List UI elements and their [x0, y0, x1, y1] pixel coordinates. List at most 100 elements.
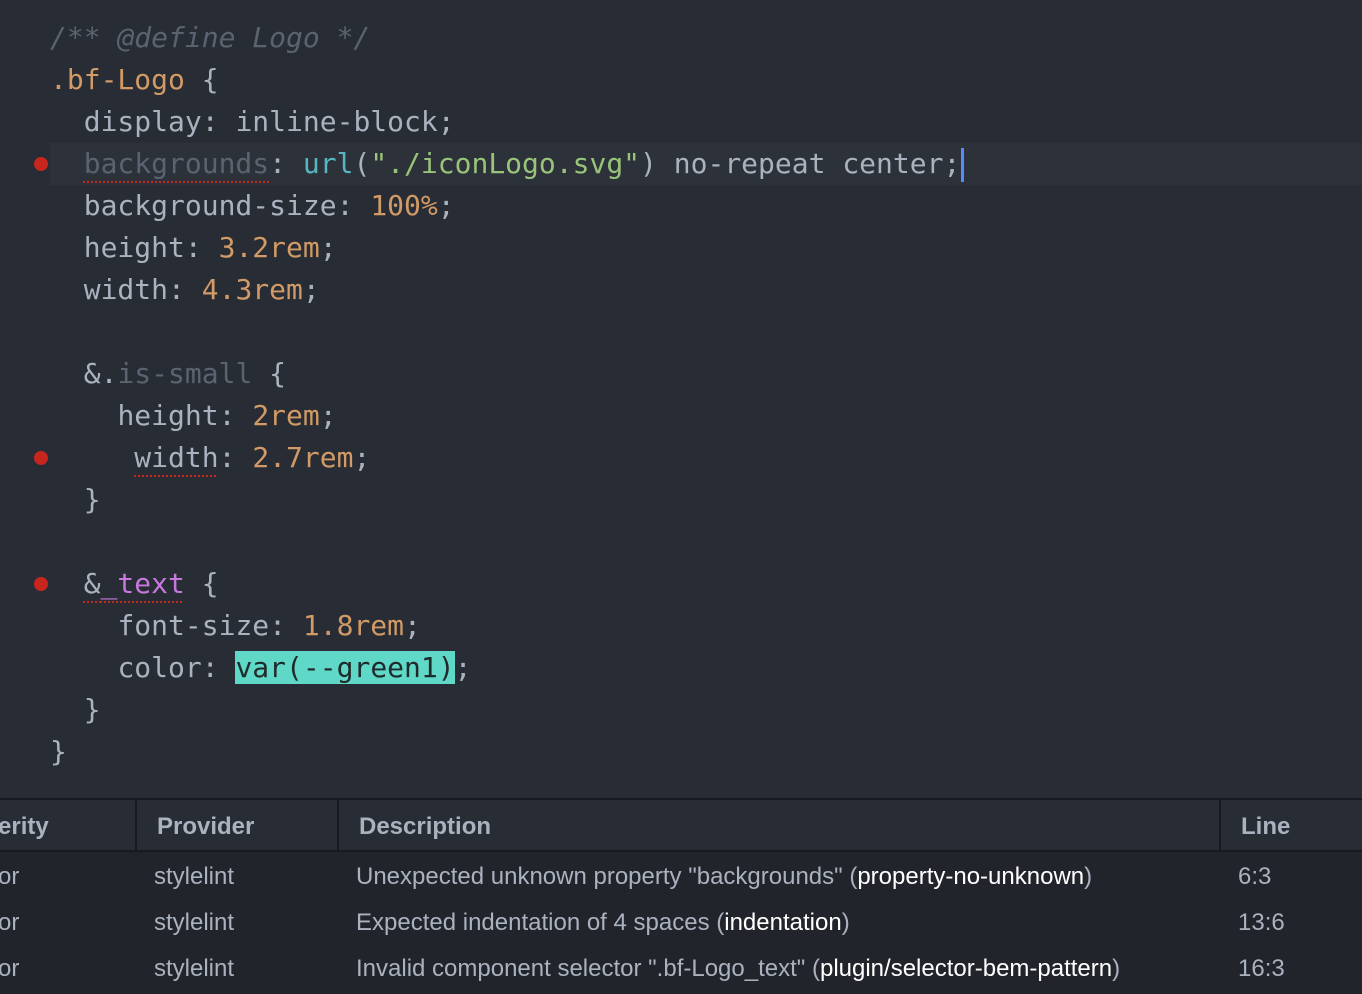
code-token: &.	[83, 357, 118, 390]
rule-link[interactable]: indentation	[724, 909, 841, 936]
code-token: :	[218, 441, 253, 474]
description-text: )	[1084, 863, 1093, 890]
code-token: :	[269, 609, 303, 642]
code-line[interactable]: .bf-Logo {	[0, 59, 1362, 101]
code-editor[interactable]: /** @define Logo */ .bf-Logo { display: i…	[0, 0, 1362, 798]
code-token: 1.8rem	[302, 609, 405, 642]
line-column-header[interactable]: Line	[1219, 800, 1362, 850]
code-line[interactable]: height: 3.2rem;	[0, 227, 1362, 269]
code-token: {	[252, 357, 287, 390]
description-cell: Expected indentation of 4 spaces (indent…	[356, 898, 850, 948]
code-line[interactable]: width: 2.7rem;	[0, 437, 1362, 479]
code-token: 2.7rem	[252, 441, 354, 474]
code-token: ;	[437, 189, 455, 222]
description-text: Expected indentation of 4 spaces (	[356, 909, 725, 936]
code-token: : inline-block;	[201, 105, 455, 138]
code-token: :	[168, 273, 202, 306]
code-token: :	[269, 147, 303, 180]
code-text: width: 4.3rem;	[50, 269, 320, 311]
code-line[interactable]: background-size: 100%;	[0, 185, 1362, 227]
code-token: ;	[404, 609, 421, 642]
code-token: :	[184, 231, 219, 264]
rule-link[interactable]: plugin/selector-bem-pattern	[820, 955, 1112, 982]
code-token: 4.3rem	[201, 273, 303, 306]
code-line[interactable]: display: inline-block;	[0, 101, 1362, 143]
code-token: backgrounds	[83, 147, 270, 180]
code-token: /** @define Logo */	[50, 21, 371, 54]
line-cell: 13:6	[1238, 909, 1285, 936]
rule-link[interactable]: property-no-unknown	[857, 863, 1084, 890]
code-text: width: 2.7rem;	[50, 437, 370, 479]
code-token: url	[302, 147, 354, 180]
code-token: }	[83, 693, 101, 726]
code-token: height	[117, 399, 219, 432]
linter-row[interactable]: or stylelint Invalid component selector ".…	[0, 944, 1362, 990]
code-line[interactable]: }	[0, 689, 1362, 731]
error-marker-icon[interactable]	[34, 577, 48, 591]
code-token: ;	[353, 441, 371, 474]
linter-panel: erity Provider Description Line or stylel…	[0, 798, 1362, 994]
code-token: {	[184, 63, 219, 96]
description-column-header[interactable]: Description	[337, 800, 1219, 850]
code-line[interactable]: height: 2rem;	[0, 395, 1362, 437]
code-token: 3.2rem	[218, 231, 320, 264]
code-text: }	[50, 689, 101, 731]
code-token: ;	[319, 399, 337, 432]
linter-table-header: erity Provider Description Line	[0, 800, 1362, 852]
code-token: ;	[319, 231, 337, 264]
code-text: .bf-Logo {	[50, 59, 219, 101]
code-token: color	[117, 651, 202, 684]
code-text: display: inline-block;	[50, 101, 455, 143]
code-token: 2rem	[252, 399, 320, 432]
provider-column-header[interactable]: Provider	[135, 800, 337, 850]
error-marker-icon[interactable]	[34, 451, 48, 465]
code-line[interactable]: &_text {	[0, 563, 1362, 605]
code-text: font-size: 1.8rem;	[50, 605, 421, 647]
code-token: ) no-repeat center;	[640, 147, 961, 180]
code-token: width	[134, 441, 219, 474]
linter-row[interactable]: or stylelint Expected indentation of 4 spa…	[0, 898, 1362, 944]
severity-column-header[interactable]: erity	[0, 800, 135, 850]
provider-cell: stylelint	[154, 909, 235, 936]
code-token: :	[201, 651, 236, 684]
code-line[interactable]: /** @define Logo */	[0, 17, 1362, 59]
provider-cell: stylelint	[154, 863, 235, 890]
code-line[interactable]	[0, 521, 1362, 563]
code-token: _text	[100, 567, 185, 600]
code-line[interactable]: }	[0, 731, 1362, 773]
description-cell: Invalid component selector ".bf-Logo_tex…	[356, 944, 1120, 994]
description-text: )	[841, 909, 850, 936]
linter-row[interactable]: or stylelint Unexpected unknown property "…	[0, 852, 1362, 898]
code-line[interactable]: backgrounds: url("./iconLogo.svg") no-re…	[34, 143, 1362, 185]
code-token: ;	[454, 651, 472, 684]
code-token: width	[83, 273, 169, 306]
code-token: var(--green1)	[235, 651, 455, 684]
line-cell: 6:3	[1238, 863, 1272, 890]
code-token: :	[336, 189, 371, 222]
code-text: height: 2rem;	[50, 395, 337, 437]
code-token: is-small	[117, 357, 253, 390]
code-token: {	[184, 567, 219, 600]
description-text: Unexpected unknown property "backgrounds…	[356, 863, 858, 890]
code-text: background-size: 100%;	[50, 185, 455, 227]
code-token: &	[83, 567, 101, 600]
text-cursor	[961, 148, 965, 182]
description-cell: Unexpected unknown property "backgrounds…	[356, 852, 1092, 902]
code-text: &.is-small {	[50, 353, 286, 395]
code-token: ;	[302, 273, 320, 306]
code-token: font-size	[117, 609, 270, 642]
code-line[interactable]: font-size: 1.8rem;	[0, 605, 1362, 647]
error-marker-icon[interactable]	[34, 157, 48, 171]
code-line[interactable]	[0, 311, 1362, 353]
code-text: }	[50, 479, 101, 521]
code-line[interactable]: &.is-small {	[0, 353, 1362, 395]
code-token: height	[83, 231, 185, 264]
code-text: height: 3.2rem;	[50, 227, 337, 269]
code-text: /** @define Logo */	[50, 17, 370, 59]
description-text: Invalid component selector ".bf-Logo_tex…	[356, 955, 820, 982]
code-line[interactable]: width: 4.3rem;	[0, 269, 1362, 311]
code-line[interactable]: color: var(--green1);	[0, 647, 1362, 689]
code-line[interactable]: }	[0, 479, 1362, 521]
code-token: background-size	[83, 189, 337, 222]
code-text: color: var(--green1);	[50, 647, 471, 689]
